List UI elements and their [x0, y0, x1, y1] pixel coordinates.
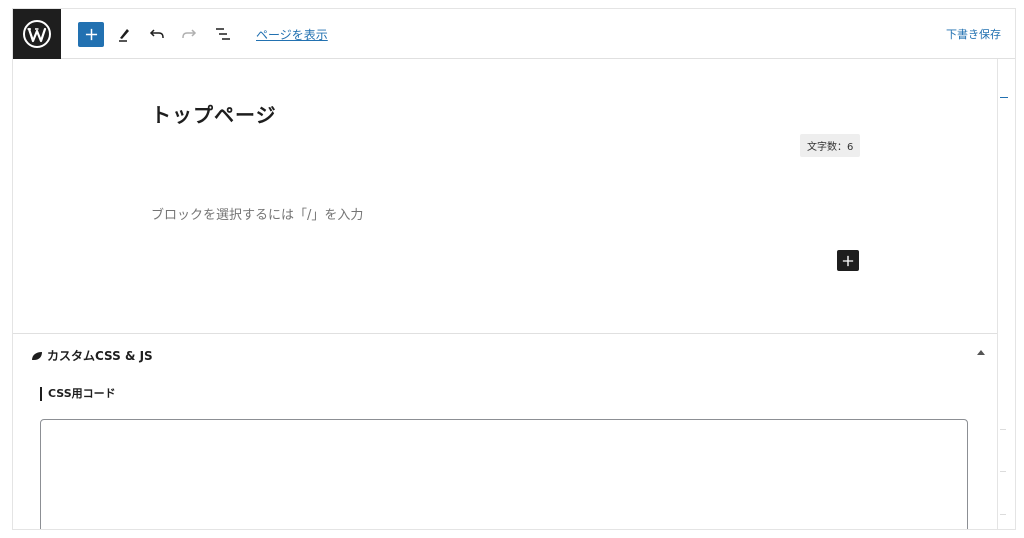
divider: [1000, 471, 1006, 472]
list-view-button[interactable]: [211, 22, 235, 46]
metabox-header[interactable]: カスタムCSS & JS: [31, 347, 153, 364]
pencil-icon: [119, 29, 129, 42]
view-page-link[interactable]: ページを表示: [256, 26, 328, 43]
leaf-icon: [32, 351, 42, 360]
metabox-title: カスタムCSS & JS: [47, 349, 153, 363]
divider: [1000, 514, 1006, 515]
inline-add-block-button[interactable]: [837, 250, 859, 271]
css-code-textarea[interactable]: [40, 419, 968, 529]
css-section-label: CSS用コード: [40, 387, 116, 401]
save-draft-button[interactable]: 下書き保存: [946, 26, 1001, 42]
tools-button[interactable]: [112, 22, 136, 46]
block-placeholder[interactable]: ブロックを選択するには「/」を入力: [151, 204, 363, 223]
list-view-icon: [216, 28, 230, 40]
redo-icon: [182, 29, 197, 38]
word-count-badge: 文字数：6: [800, 134, 861, 157]
scroll-indicator: [1000, 97, 1008, 98]
plus-icon: [842, 255, 854, 266]
custom-css-js-metabox: カスタムCSS & JS CSS用コード: [13, 333, 997, 529]
editor-toolbar: ページを表示 下書き保存: [13, 9, 1015, 59]
undo-button[interactable]: [145, 22, 169, 46]
post-title[interactable]: トップページ: [151, 99, 277, 128]
collapse-arrow-icon[interactable]: [977, 349, 985, 357]
divider: [1000, 429, 1006, 430]
add-block-button[interactable]: [78, 22, 104, 47]
wordpress-logo-icon[interactable]: [13, 9, 61, 59]
editor-canvas: トップページ 文字数：6 ブロックを選択するには「/」を入力: [13, 59, 997, 333]
plus-icon: [85, 28, 97, 41]
editor-window: ページを表示 下書き保存 トップページ 文字数：6 ブロックを選択するには「/」…: [12, 8, 1016, 530]
sidebar-edge: [997, 59, 1015, 529]
redo-button[interactable]: [177, 22, 201, 46]
undo-icon: [149, 29, 164, 38]
